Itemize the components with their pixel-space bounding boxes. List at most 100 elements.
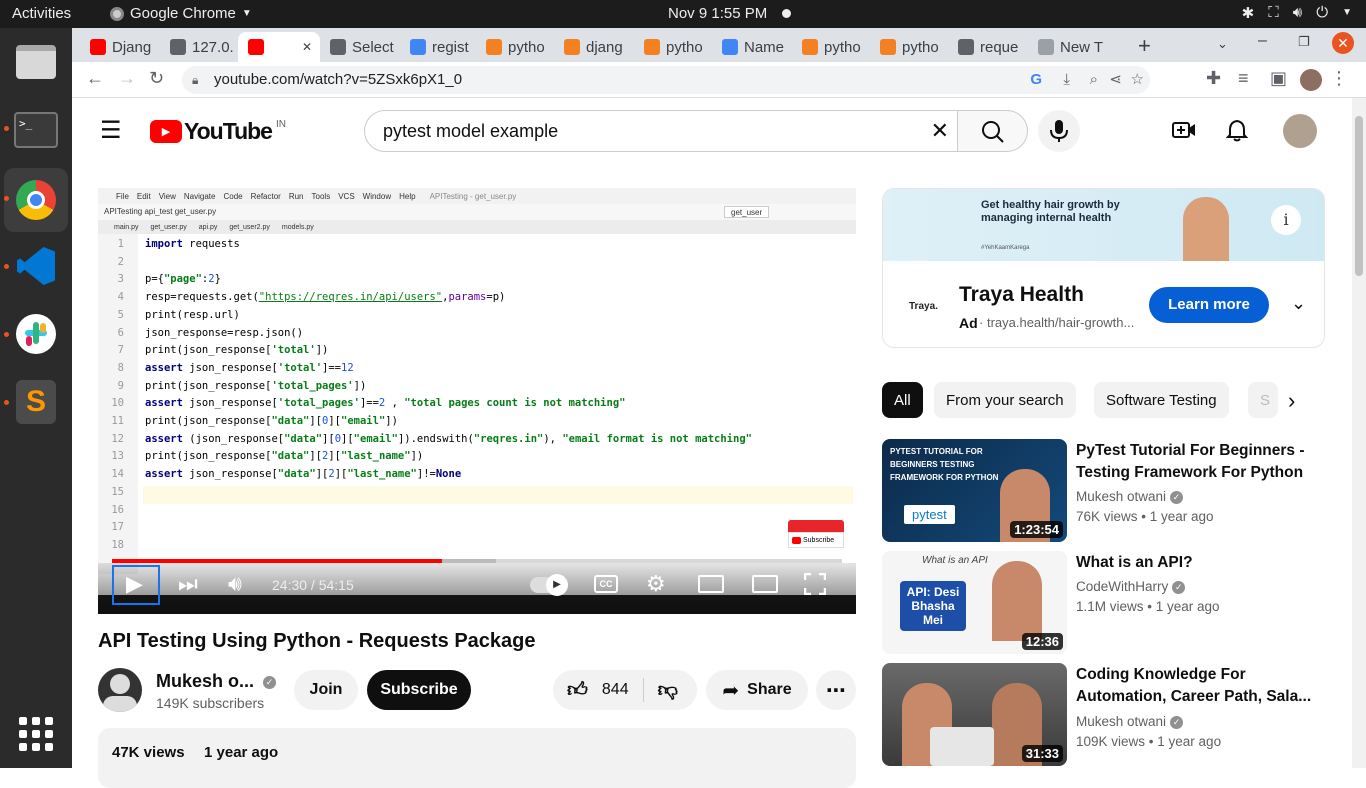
related-title[interactable]: PyTest Tutorial For Beginners - Testing … bbox=[1076, 440, 1326, 484]
minimize-button[interactable]: – bbox=[1258, 32, 1267, 50]
volume-icon[interactable]: 🔊︎ bbox=[1293, 4, 1302, 22]
related-channel[interactable]: Mukesh otwani ✓ bbox=[1076, 714, 1184, 729]
browser-tab[interactable]: New T bbox=[1028, 32, 1110, 62]
slack-app-icon[interactable] bbox=[10, 308, 62, 360]
dislike-thumb-icon[interactable]: 👎︎ bbox=[658, 678, 678, 702]
like-count[interactable]: 844 bbox=[602, 681, 629, 699]
fullscreen-icon[interactable] bbox=[803, 572, 827, 596]
youtube-logo[interactable]: ▶ YouTube IN bbox=[150, 118, 286, 145]
search-input[interactable]: pytest model example ✕ bbox=[364, 110, 958, 152]
voice-search-button[interactable] bbox=[1038, 110, 1080, 152]
channel-name[interactable]: Mukesh o... ✓ bbox=[156, 671, 277, 692]
related-title[interactable]: What is an API? bbox=[1076, 552, 1326, 574]
related-thumbnail-3[interactable]: 31:33 bbox=[882, 663, 1067, 766]
filter-chip[interactable]: All bbox=[882, 382, 923, 418]
description-box[interactable]: 47K views 1 year ago bbox=[98, 728, 856, 788]
browser-tab[interactable]: reque bbox=[948, 32, 1028, 62]
address-bar[interactable]: 🔒︎ youtube.com/watch?v=5ZSxk6pX1_0 G ⤓ ⌕… bbox=[182, 66, 1150, 94]
browser-tab[interactable]: pytho bbox=[870, 32, 948, 62]
system-tray[interactable]: ✱ ⛶ 🔊︎ ⏻ ▼ bbox=[1242, 4, 1352, 22]
chevron-right-icon[interactable]: › bbox=[1288, 388, 1295, 414]
volume-icon[interactable]: 🔊︎ bbox=[228, 571, 242, 597]
menu-hamburger-icon[interactable]: ☰ bbox=[100, 116, 122, 145]
back-button[interactable]: ← bbox=[86, 68, 104, 89]
side-panel-icon[interactable]: ▣ bbox=[1270, 68, 1287, 89]
miniplayer-icon[interactable] bbox=[698, 575, 724, 593]
power-icon[interactable]: ⏻ bbox=[1316, 4, 1328, 22]
new-tab-button[interactable]: + bbox=[1138, 33, 1151, 59]
restore-button[interactable]: ❐ bbox=[1298, 34, 1310, 50]
subscribe-button[interactable]: Subscribe bbox=[367, 670, 471, 710]
more-actions-icon[interactable]: ⋯ bbox=[816, 670, 856, 710]
channel-avatar[interactable] bbox=[98, 668, 142, 712]
browser-tab[interactable]: ✕ bbox=[238, 32, 320, 62]
related-channel[interactable]: CodeWithHarry ✓ bbox=[1076, 579, 1186, 594]
app-menu[interactable]: Google Chrome ▼ bbox=[110, 5, 252, 22]
ad-banner[interactable]: Get healthy hair growth by managing inte… bbox=[883, 189, 1324, 261]
captions-icon[interactable]: CC bbox=[594, 575, 618, 593]
bookmark-star-icon[interactable]: ☆ bbox=[1131, 66, 1144, 94]
clear-search-icon[interactable]: ✕ bbox=[931, 111, 949, 151]
close-window-button[interactable]: ✕ bbox=[1332, 32, 1354, 54]
related-channel[interactable]: Mukesh otwani ✓ bbox=[1076, 489, 1184, 504]
google-lens-icon[interactable]: G bbox=[1030, 66, 1042, 94]
share-button[interactable]: ➦ Share bbox=[706, 670, 808, 710]
lock-icon[interactable]: 🔒︎ bbox=[192, 66, 198, 94]
like-thumb-icon[interactable]: 👍︎ bbox=[567, 678, 588, 702]
tab-search-chevron-icon[interactable]: ⌄ bbox=[1217, 36, 1228, 52]
reload-button[interactable]: ↻ bbox=[149, 68, 164, 89]
related-thumbnail-1[interactable]: PYTEST TUTORIAL FOR BEGINNERS TESTING FR… bbox=[882, 439, 1067, 542]
theater-mode-icon[interactable] bbox=[752, 575, 778, 593]
reading-list-icon[interactable]: ≡ bbox=[1238, 68, 1249, 89]
account-avatar[interactable] bbox=[1283, 114, 1317, 148]
chrome-app-icon[interactable] bbox=[10, 174, 62, 226]
scrollbar-thumb[interactable] bbox=[1355, 116, 1363, 276]
settings-gear-icon[interactable]: ⚙ bbox=[646, 571, 666, 597]
clock[interactable]: Nov 9 1:55 PM bbox=[668, 5, 767, 22]
close-tab-icon[interactable]: ✕ bbox=[302, 40, 312, 54]
search-button[interactable] bbox=[958, 110, 1028, 152]
extensions-icon[interactable]: ✚ bbox=[1206, 68, 1221, 89]
browser-tab[interactable]: Name bbox=[712, 32, 792, 62]
browser-tab[interactable]: Djang bbox=[80, 32, 160, 62]
video-player[interactable]: File Edit View Navigate Code Refactor Run Tools… bbox=[98, 188, 856, 614]
vscode-app-icon[interactable] bbox=[10, 240, 62, 292]
forward-button[interactable]: → bbox=[118, 68, 136, 89]
sublime-app-icon[interactable]: S bbox=[10, 376, 62, 428]
ad-card[interactable]: Get healthy hair growth by managing inte… bbox=[882, 188, 1325, 348]
settings-tray-icon[interactable]: ✱ bbox=[1242, 4, 1255, 22]
show-apps-icon[interactable] bbox=[10, 708, 62, 760]
notifications-bell-icon[interactable] bbox=[1225, 118, 1249, 147]
browser-tab[interactable]: Select bbox=[320, 32, 400, 62]
learn-more-button[interactable]: Learn more bbox=[1149, 287, 1269, 323]
related-title[interactable]: Coding Knowledge For Automation, Career … bbox=[1076, 664, 1326, 708]
next-video-icon[interactable]: ⏭ bbox=[178, 571, 198, 597]
filter-chip[interactable]: S bbox=[1248, 382, 1278, 418]
filter-chip[interactable]: Software Testing bbox=[1094, 382, 1229, 418]
play-icon[interactable]: ▶ bbox=[126, 571, 143, 597]
install-icon[interactable]: ⤓ bbox=[1063, 66, 1070, 94]
join-button[interactable]: Join bbox=[294, 670, 358, 710]
menu-kebab-icon[interactable]: ⋮ bbox=[1330, 68, 1348, 89]
chevron-down-icon[interactable]: ▼ bbox=[1342, 7, 1352, 22]
create-video-icon[interactable] bbox=[1172, 120, 1196, 145]
subscribe-watermark[interactable]: Subscribe bbox=[788, 520, 844, 548]
ad-info-icon[interactable]: i bbox=[1271, 205, 1301, 235]
browser-tab[interactable]: regist bbox=[400, 32, 476, 62]
filter-chip[interactable]: From your search bbox=[934, 382, 1076, 418]
chevron-down-icon[interactable]: ⌄ bbox=[1291, 293, 1306, 314]
browser-tab[interactable]: pytho bbox=[634, 32, 712, 62]
related-thumbnail-2[interactable]: What is an API API: Desi Bhasha Mei 12:3… bbox=[882, 551, 1067, 654]
browser-tab[interactable]: pytho bbox=[476, 32, 554, 62]
files-app-icon[interactable] bbox=[10, 36, 62, 88]
browser-tab[interactable]: pytho bbox=[792, 32, 870, 62]
terminal-app-icon[interactable]: >_ bbox=[10, 104, 62, 156]
network-icon[interactable]: ⛶ bbox=[1268, 4, 1279, 22]
browser-tab[interactable]: djang bbox=[554, 32, 634, 62]
profile-avatar[interactable] bbox=[1300, 69, 1322, 91]
share-icon[interactable]: ⋖ bbox=[1109, 66, 1122, 94]
autoplay-toggle[interactable]: ▶ bbox=[530, 574, 568, 596]
browser-tab[interactable]: 127.0. bbox=[160, 32, 238, 62]
activities-button[interactable]: Activities bbox=[12, 5, 71, 22]
zoom-icon[interactable]: ⌕ bbox=[1090, 66, 1098, 94]
